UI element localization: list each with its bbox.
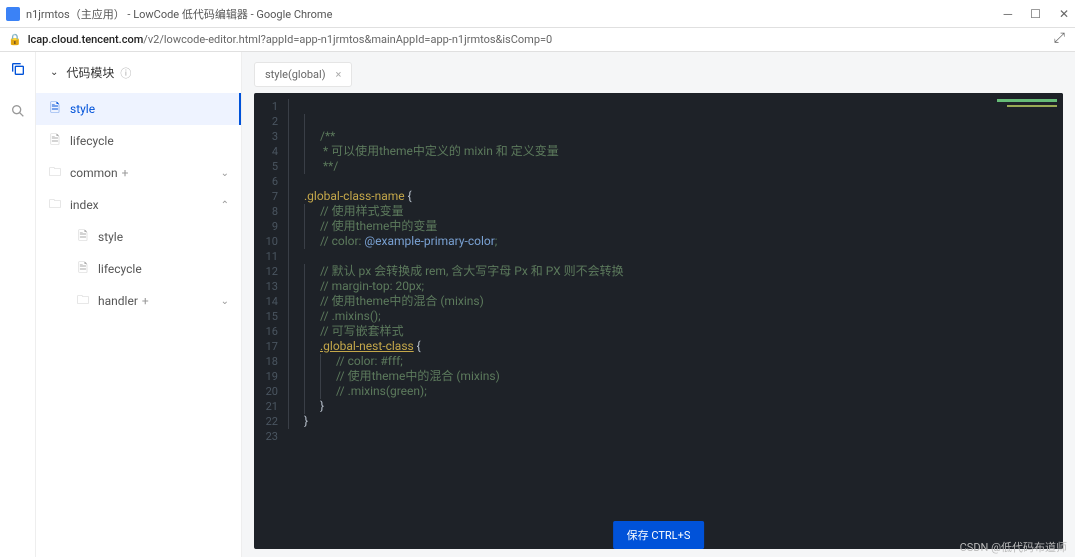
tree-item-index[interactable]: 🗀 index ⌃	[36, 189, 241, 221]
file-icon: 🗎	[48, 99, 62, 120]
file-icon: 🗎	[76, 259, 90, 280]
window-title: n1jrmtos（主应用） - LowCode 低代码编辑器 - Google …	[26, 6, 1004, 22]
watermark: CSDN @低代码布道师	[960, 539, 1067, 555]
close-button[interactable]: ✕	[1059, 7, 1069, 21]
save-button[interactable]: 保存 CTRL+S	[613, 521, 705, 549]
copy-icon[interactable]	[9, 60, 27, 78]
chevron-down-icon: ⌄	[221, 168, 229, 179]
address-bar[interactable]: 🔒 lcap.cloud.tencent.com/v2/lowcode-edit…	[0, 28, 1075, 52]
minimap[interactable]	[983, 93, 1063, 549]
sidebar-header[interactable]: ⌄ 代码模块 ⓘ	[36, 52, 241, 93]
left-rail	[0, 52, 36, 557]
main-area: style(global) × 1 2 3/** 4 * 可以使用theme中定…	[242, 52, 1075, 557]
folder-icon: 🗀	[48, 163, 62, 184]
sidebar-title: 代码模块	[66, 64, 114, 81]
search-icon[interactable]	[9, 102, 27, 120]
tree-item-handler[interactable]: 🗀 handler + ⌄	[36, 285, 241, 317]
add-icon[interactable]: +	[122, 166, 129, 180]
folder-icon: 🗀	[48, 195, 62, 216]
tree-item-style[interactable]: 🗎 style	[36, 93, 241, 125]
help-icon[interactable]: ⓘ	[120, 65, 131, 81]
tree-item-index-style[interactable]: 🗎 style	[36, 221, 241, 253]
favicon	[6, 7, 20, 21]
chevron-down-icon: ⌄	[50, 67, 58, 78]
tree-item-common[interactable]: 🗀 common + ⌄	[36, 157, 241, 189]
minimize-button[interactable]: ─	[1004, 7, 1013, 21]
browser-titlebar: n1jrmtos（主应用） - LowCode 低代码编辑器 - Google …	[0, 0, 1075, 28]
sidebar: ⌄ 代码模块 ⓘ 🗎 style 🗎 lifecycle 🗀 common + …	[36, 52, 242, 557]
close-icon[interactable]: ×	[336, 68, 342, 81]
file-icon: 🗎	[76, 227, 90, 248]
tab-style-global[interactable]: style(global) ×	[254, 62, 352, 87]
chevron-down-icon: ⌄	[221, 296, 229, 307]
lock-icon: 🔒	[8, 33, 22, 46]
translate-icon[interactable]: ⤢	[1054, 30, 1065, 46]
chevron-up-icon: ⌃	[221, 200, 229, 211]
tree-item-index-lifecycle[interactable]: 🗎 lifecycle	[36, 253, 241, 285]
tree-item-lifecycle[interactable]: 🗎 lifecycle	[36, 125, 241, 157]
add-icon[interactable]: +	[142, 294, 149, 308]
folder-icon: 🗀	[76, 291, 90, 312]
maximize-button[interactable]: ☐	[1030, 7, 1041, 21]
file-icon: 🗎	[48, 131, 62, 152]
code-editor[interactable]: 1 2 3/** 4 * 可以使用theme中定义的 mixin 和 定义变量 …	[254, 93, 1063, 549]
